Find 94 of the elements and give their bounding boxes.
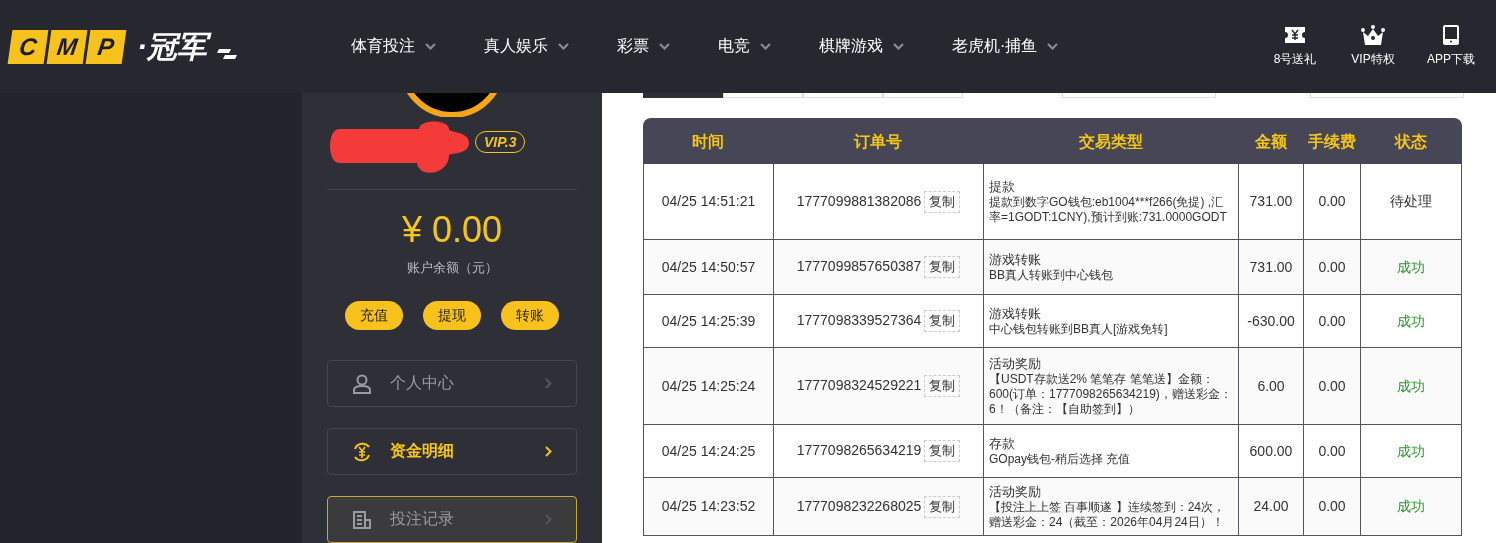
transaction-detail: 提款到数字GO钱包:eb1004***f266(免提) ,汇率=1GODT:1CNY),预计到账:731.0000GODT	[989, 194, 1228, 225]
status-text: 成功	[1397, 498, 1425, 514]
sidebar-menu-item[interactable]: 个人中心	[327, 360, 577, 407]
caret-icon	[1047, 43, 1059, 50]
table-cell: 04/25 14:24:25	[661, 442, 756, 459]
transaction-detail: 【投注上上签 百事顺遂 】连续签到：24次，赠送彩金：24（截至：2026年04月24日）！	[989, 499, 1226, 530]
action-button[interactable]: 转账	[501, 301, 559, 330]
status-text: 成功	[1397, 258, 1425, 275]
column-header: 手续费	[1307, 132, 1356, 150]
table-cell: 0.00	[1318, 312, 1346, 329]
table-cell: 1777099881382086	[796, 192, 922, 209]
caret-icon	[760, 43, 771, 50]
filter-field[interactable]	[1062, 93, 1216, 98]
yuan-coin-icon	[352, 441, 372, 462]
filter-field[interactable]	[1310, 93, 1464, 98]
nav-menu-item[interactable]: 电竞	[718, 36, 771, 57]
table-cell: 0.00	[1318, 258, 1346, 275]
chevron-icon	[545, 446, 552, 457]
column-header: 交易类型	[1078, 132, 1143, 150]
table-cell: 04/25 14:25:39	[661, 312, 756, 329]
table-cell: -630.00	[1247, 312, 1295, 329]
table-cell: 0.00	[1318, 377, 1346, 394]
sidebar-menu-item[interactable]: 资金明细	[327, 428, 577, 475]
table-cell: 04/25 14:23:52	[661, 498, 756, 514]
balance-label: 账户余额（元）	[405, 259, 499, 277]
user-icon	[352, 373, 372, 394]
status-text: 成功	[1397, 442, 1425, 459]
table-cell: 0.00	[1318, 442, 1346, 459]
table-cell: 04/25 14:25:24	[661, 377, 756, 394]
table-cell: 04/25 14:50:57	[661, 258, 756, 275]
transaction-type: 游戏转账	[989, 305, 1042, 322]
logo-dash-icon	[215, 48, 237, 59]
column-header: 状态	[1395, 132, 1427, 150]
logo-letter: M	[46, 29, 88, 64]
action-button[interactable]: 充值	[345, 301, 403, 330]
table-cell: 731.00	[1249, 193, 1293, 209]
copy-button[interactable]: 复制	[924, 495, 961, 518]
filter-tab[interactable]	[643, 93, 723, 98]
header-link[interactable]: APP下载	[1416, 25, 1486, 68]
table-cell: 1777098232268025	[796, 497, 922, 514]
table-cell: 1777098324529221	[796, 377, 922, 393]
table-cell: 1777098339527364	[796, 312, 922, 328]
transaction-detail: BB真人转账到中心钱包	[989, 267, 1114, 283]
crown-icon	[1361, 25, 1385, 45]
transaction-detail: 【USDT存款送2% 笔笔存 笔笔送】金额：600(订单：1777098265634219)，赠送彩金：6！（备注：【自助签到】）	[989, 371, 1233, 417]
caret-icon	[558, 43, 569, 50]
table-cell: 04/25 14:51:21	[661, 193, 756, 209]
nav-menu-item[interactable]: 体育投注	[351, 36, 436, 57]
copy-button[interactable]: 复制	[924, 190, 961, 213]
chevron-icon	[545, 514, 552, 525]
transaction-type: 存款	[989, 435, 1016, 452]
table-cell: 1777099857650387	[796, 258, 922, 274]
copy-button[interactable]: 复制	[924, 256, 961, 278]
copy-button[interactable]: 复制	[924, 440, 961, 462]
logo-letter: C	[7, 29, 49, 64]
nav-menu-item[interactable]: 真人娱乐	[484, 36, 569, 57]
caret-icon	[659, 43, 670, 50]
header-link[interactable]: 8号送礼	[1260, 25, 1330, 68]
table-cell: 731.00	[1249, 258, 1293, 275]
logo-name: ·冠军	[135, 26, 215, 67]
column-header: 订单号	[854, 132, 902, 150]
tablet-icon	[1443, 25, 1459, 45]
column-header: 金额	[1254, 132, 1287, 150]
balance-amount: ¥ 0.00	[400, 209, 504, 251]
caret-icon	[893, 43, 904, 50]
status-text: 成功	[1397, 312, 1425, 329]
document-icon	[352, 509, 372, 530]
nav-menu-item[interactable]: 彩票	[617, 36, 670, 57]
sidebar-menu-item[interactable]: 投注记录	[327, 496, 577, 543]
table-cell: 6.00	[1257, 377, 1285, 394]
logo-letter: P	[85, 29, 127, 64]
table-cell: 600.00	[1249, 442, 1293, 459]
copy-button[interactable]: 复制	[924, 310, 961, 332]
status-text: 待处理	[1390, 193, 1432, 209]
chevron-icon	[545, 378, 552, 389]
column-header: 时间	[692, 132, 724, 150]
ticket-icon	[1285, 25, 1305, 45]
nav-menu-item[interactable]: 老虎机·捕鱼	[952, 36, 1059, 57]
status-text: 成功	[1397, 377, 1425, 394]
transaction-type: 提款	[989, 178, 1016, 195]
header-link[interactable]: VIP特权	[1338, 25, 1408, 68]
transaction-detail: GOpay钱包-稍后选择 充值	[989, 451, 1132, 467]
table-cell: 24.00	[1253, 498, 1289, 514]
copy-button[interactable]: 复制	[924, 375, 961, 397]
caret-icon	[425, 43, 436, 50]
table-cell: 1777098265634219	[796, 442, 922, 458]
nav-menu-item[interactable]: 棋牌游戏	[819, 36, 904, 57]
action-button[interactable]: 提现	[423, 301, 481, 330]
transaction-type: 游戏转账	[989, 251, 1042, 268]
transaction-type: 活动奖励	[989, 483, 1042, 500]
table-cell: 0.00	[1318, 193, 1346, 209]
table-cell: 0.00	[1318, 498, 1346, 514]
transaction-type: 活动奖励	[989, 355, 1042, 372]
transaction-detail: 中心钱包转账到BB真人[游戏免转]	[989, 321, 1169, 337]
